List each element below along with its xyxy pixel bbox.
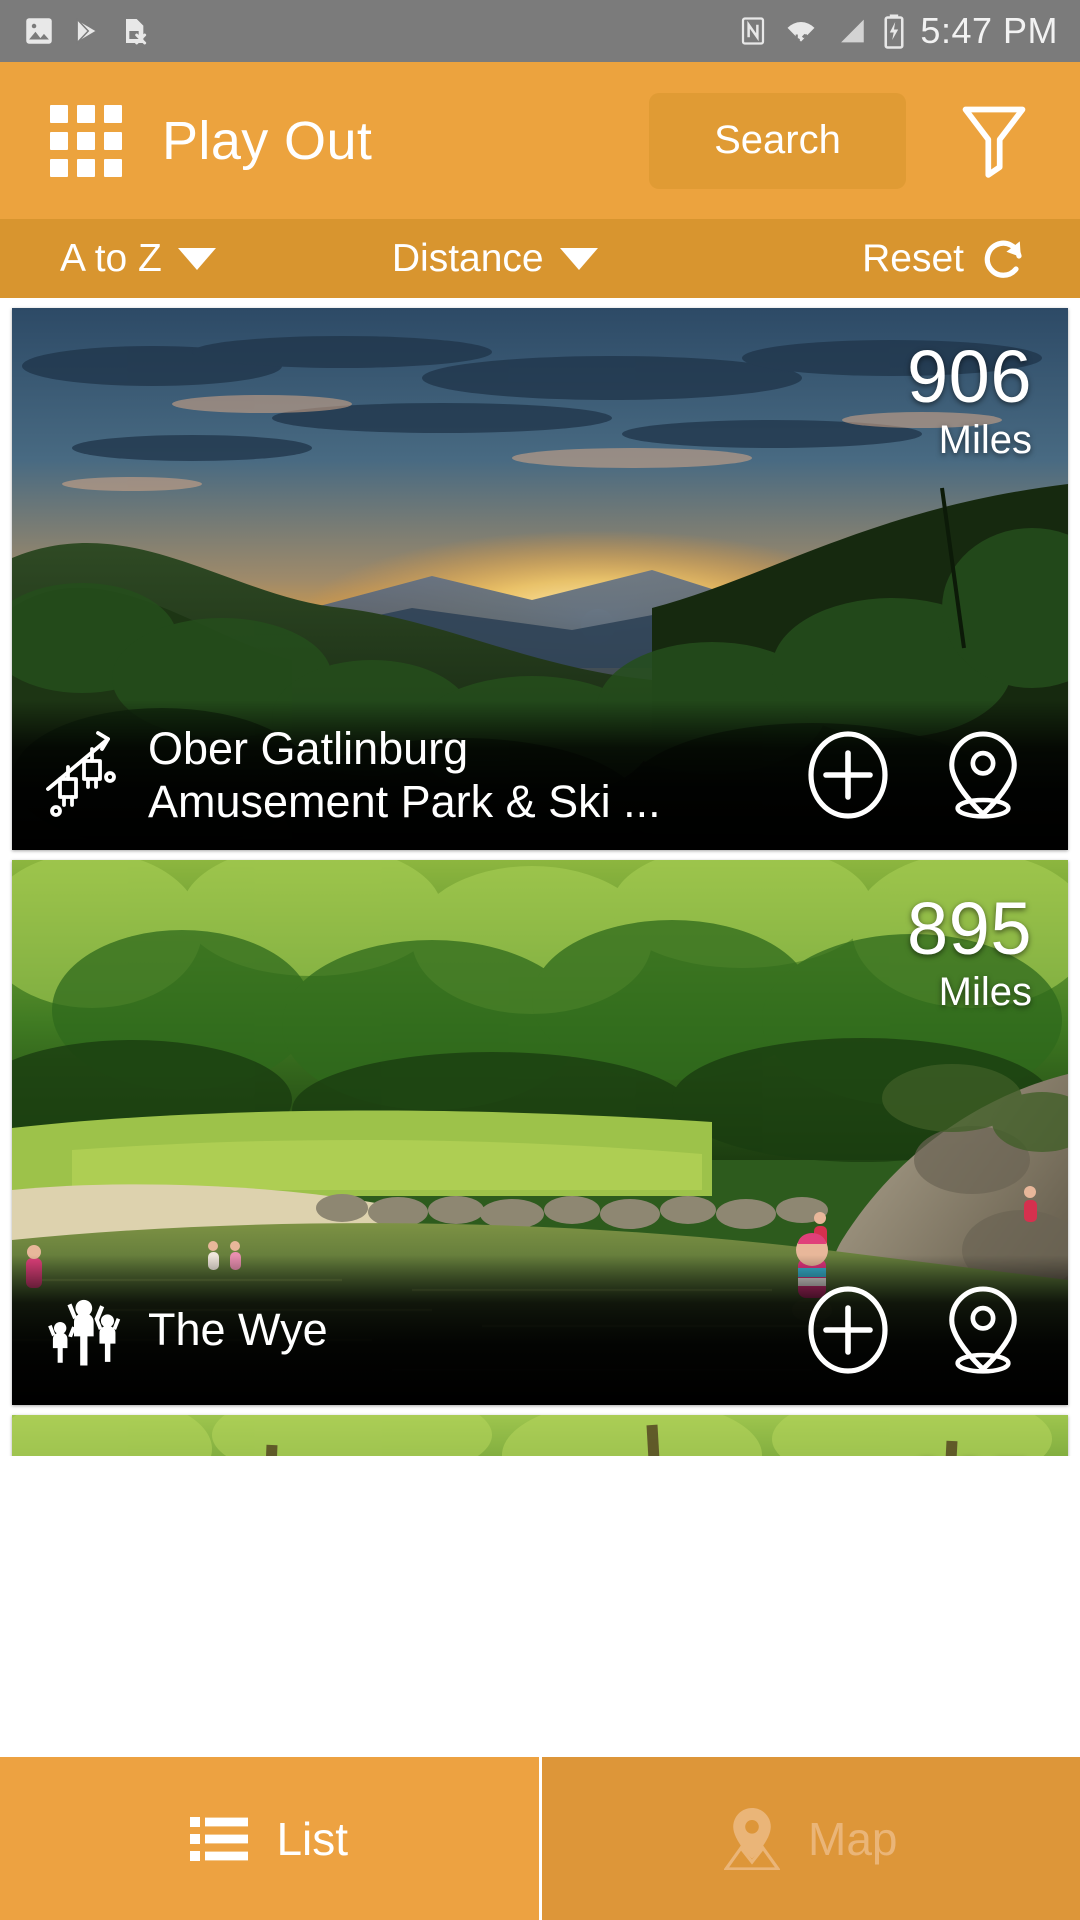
venue-title-line-2: Amusement Park & Ski ... xyxy=(148,776,661,827)
chevron-down-icon xyxy=(559,247,598,270)
venue-title: Ober Gatlinburg Amusement Park & Ski ... xyxy=(148,722,661,828)
map-pin-icon[interactable] xyxy=(942,1283,1024,1377)
family-group-icon xyxy=(48,1299,121,1366)
refresh-icon xyxy=(984,240,1022,278)
grid-menu-icon[interactable] xyxy=(50,104,122,177)
plus-circle-icon[interactable] xyxy=(806,729,890,821)
card-footer: The Wye xyxy=(12,1255,1068,1405)
venue-title-line-1: Ober Gatlinburg xyxy=(148,722,469,774)
image-icon xyxy=(26,18,52,44)
map-marker-icon xyxy=(724,1807,780,1870)
card-actions xyxy=(806,1283,1024,1377)
list-item[interactable]: 895 Miles The Wye xyxy=(12,860,1068,1405)
sort-alpha-label: A to Z xyxy=(60,236,162,280)
sort-alpha-dropdown[interactable]: A to Z xyxy=(60,237,216,281)
list-icon xyxy=(190,1816,249,1861)
play-store-icon xyxy=(76,17,99,45)
status-bar-right-icons: 5:47 PM xyxy=(738,10,1058,52)
status-bar-clock: 5:47 PM xyxy=(920,10,1058,51)
list-item[interactable]: 905 xyxy=(12,1415,1068,1456)
map-pin-icon[interactable] xyxy=(942,728,1024,822)
sim-card-off-icon xyxy=(126,19,147,45)
ski-lift-icon xyxy=(46,731,116,817)
venue-list[interactable]: 906 Miles Ober Gatlinburg Amusement Park… xyxy=(0,298,1080,1456)
sort-bar: A to Z Distance Reset xyxy=(0,219,1080,298)
tab-map-label: Map xyxy=(808,1812,898,1865)
app-header: Play Out Search xyxy=(0,62,1080,219)
sort-distance-dropdown[interactable]: Distance xyxy=(392,237,598,281)
app-title: Play Out xyxy=(162,110,373,171)
chevron-down-icon xyxy=(177,247,216,270)
status-bar: 5:47 PM xyxy=(0,0,1080,62)
bottom-navigation: List Map xyxy=(0,1757,1080,1920)
cellular-signal-icon xyxy=(841,19,865,43)
card-footer: Ober Gatlinburg Amusement Park & Ski ... xyxy=(12,700,1068,850)
tab-map[interactable]: Map xyxy=(541,1757,1080,1920)
tab-list-label: List xyxy=(276,1812,349,1865)
reset-button[interactable]: Reset xyxy=(862,235,1028,283)
venue-title: The Wye xyxy=(148,1303,328,1356)
search-button[interactable]: Search xyxy=(649,92,906,189)
reset-label: Reset xyxy=(862,236,964,280)
nfc-icon xyxy=(742,17,765,45)
funnel-filter-icon[interactable] xyxy=(954,101,1034,181)
sort-distance-label: Distance xyxy=(391,236,544,280)
wifi-icon xyxy=(787,22,815,43)
battery-charging-icon xyxy=(884,14,904,49)
card-actions xyxy=(806,728,1024,822)
status-bar-left-icons xyxy=(22,14,150,48)
venue-title-line-1: The Wye xyxy=(148,1304,328,1356)
plus-circle-icon[interactable] xyxy=(806,1284,890,1376)
list-item[interactable]: 906 Miles Ober Gatlinburg Amusement Park… xyxy=(12,308,1068,850)
venue-photo xyxy=(12,1415,1068,1456)
tab-list[interactable]: List xyxy=(0,1757,539,1920)
